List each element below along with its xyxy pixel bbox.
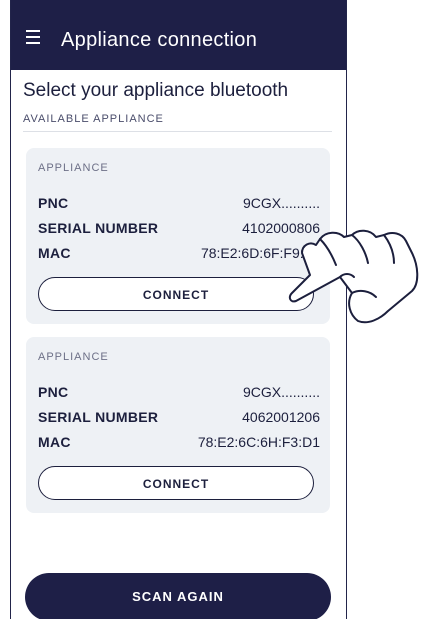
connect-button[interactable]: CONNECT [38,277,314,311]
pnc-row: PNC 9CGX.......... [38,384,320,404]
pointing-hand-icon [288,229,419,324]
mac-value: 78:E2:6C:6H:F3:D1 [197,434,320,450]
divider [23,131,332,132]
hamburger-menu-icon[interactable] [26,30,48,48]
pnc-value: 9CGX.......... [242,195,320,211]
serial-label: SERIAL NUMBER [38,409,159,425]
serial-row: SERIAL NUMBER 4102000806 [38,220,320,240]
mac-row: MAC 78:E2:6C:6H:F3:D1 [38,434,320,454]
card-title: APPLIANCE [38,162,109,174]
mac-label: MAC [38,434,71,450]
appliance-card: APPLIANCE PNC 9CGX.......... SERIAL NUMB… [26,337,330,513]
card-title: APPLIANCE [38,351,109,363]
serial-row: SERIAL NUMBER 4062001206 [38,409,320,429]
scan-again-button[interactable]: SCAN AGAIN [25,573,331,619]
pnc-value: 9CGX.......... [242,384,320,400]
page-title: Appliance connection [61,29,258,51]
section-heading: Select your appliance bluetooth [23,80,289,101]
serial-label: SERIAL NUMBER [38,220,159,236]
mac-row: MAC 78:E2:6D:6F:F9:F8 [38,245,320,265]
app-bar: Appliance connection [11,0,346,70]
mac-label: MAC [38,245,71,261]
connect-button[interactable]: CONNECT [38,466,314,500]
pnc-label: PNC [38,195,69,211]
pnc-label: PNC [38,384,69,400]
serial-value: 4062001206 [242,409,320,425]
pnc-row: PNC 9CGX.......... [38,195,320,215]
section-subheading: AVAILABLE APPLIANCE [23,113,164,125]
